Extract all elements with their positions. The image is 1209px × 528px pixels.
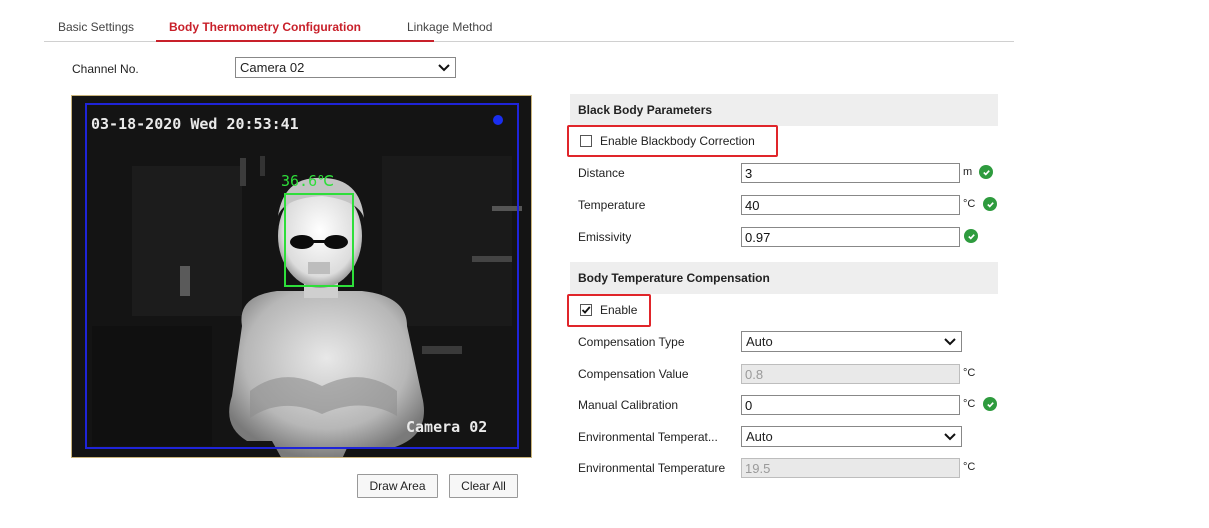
enable-compensation-label: Enable [600, 303, 638, 317]
enable-compensation-checkbox[interactable]: Enable [580, 303, 637, 317]
manual-calibration-unit: °C [963, 398, 976, 410]
checkbox-unchecked-icon [580, 135, 592, 147]
enable-blackbody-checkbox[interactable]: Enable Blackbody Correction [580, 134, 755, 148]
valid-check-icon [983, 197, 997, 211]
temperature-unit: °C [963, 198, 976, 210]
tab-linkage-method[interactable]: Linkage Method [407, 20, 492, 34]
compensation-value-input: 0.8 [741, 364, 960, 384]
compensation-type-label: Compensation Type [578, 335, 685, 349]
environmental-mode-value: Auto [746, 429, 773, 444]
tab-bar: Basic Settings Body Thermometry Configur… [44, 10, 1014, 42]
chevron-down-icon [939, 337, 961, 346]
enable-blackbody-label: Enable Blackbody Correction [600, 134, 755, 148]
channel-label: Channel No. [72, 62, 139, 76]
osd-timestamp: 03-18-2020 Wed 20:53:41 [91, 115, 299, 133]
status-dot-icon [493, 115, 503, 125]
face-detection-box [284, 193, 354, 287]
distance-unit: m [963, 166, 973, 178]
compensation-type-value: Auto [746, 334, 773, 349]
emissivity-label: Emissivity [578, 230, 632, 244]
environmental-temperature-unit: °C [963, 461, 976, 473]
active-tab-indicator [156, 40, 434, 42]
manual-calibration-input[interactable]: 0 [741, 395, 960, 415]
distance-label: Distance [578, 166, 625, 180]
black-body-section-title: Black Body Parameters [570, 94, 998, 126]
tab-body-thermometry[interactable]: Body Thermometry Configuration [169, 20, 361, 34]
compensation-section-title: Body Temperature Compensation [570, 262, 998, 294]
compensation-value-unit: °C [963, 367, 976, 379]
emissivity-input[interactable]: 0.97 [741, 227, 960, 247]
clear-all-button[interactable]: Clear All [449, 474, 518, 498]
thermal-live-view[interactable]: 03-18-2020 Wed 20:53:41 36.6℃ Camera 02 [71, 95, 532, 458]
environmental-temperature-label: Environmental Temperature [578, 461, 726, 475]
compensation-type-select[interactable]: Auto [741, 331, 962, 352]
chevron-down-icon [939, 432, 961, 441]
temperature-label: Temperature [578, 198, 646, 212]
distance-input[interactable]: 3 [741, 163, 960, 183]
valid-check-icon [983, 397, 997, 411]
osd-camera-name: Camera 02 [406, 418, 488, 436]
valid-check-icon [964, 229, 978, 243]
manual-calibration-label: Manual Calibration [578, 398, 679, 412]
valid-check-icon [979, 165, 993, 179]
environmental-mode-label: Environmental Temperat... [578, 430, 718, 444]
compensation-value-label: Compensation Value [578, 367, 689, 381]
draw-area-button[interactable]: Draw Area [357, 474, 438, 498]
environmental-temperature-input: 19.5 [741, 458, 960, 478]
environmental-mode-select[interactable]: Auto [741, 426, 962, 447]
chevron-down-icon [433, 63, 455, 72]
temperature-input[interactable]: 40 [741, 195, 960, 215]
channel-select-value: Camera 02 [240, 60, 305, 75]
face-temperature-label: 36.6℃ [281, 172, 334, 190]
tab-basic-settings[interactable]: Basic Settings [58, 20, 134, 34]
checkbox-checked-icon [580, 304, 592, 316]
channel-select[interactable]: Camera 02 [235, 57, 456, 78]
